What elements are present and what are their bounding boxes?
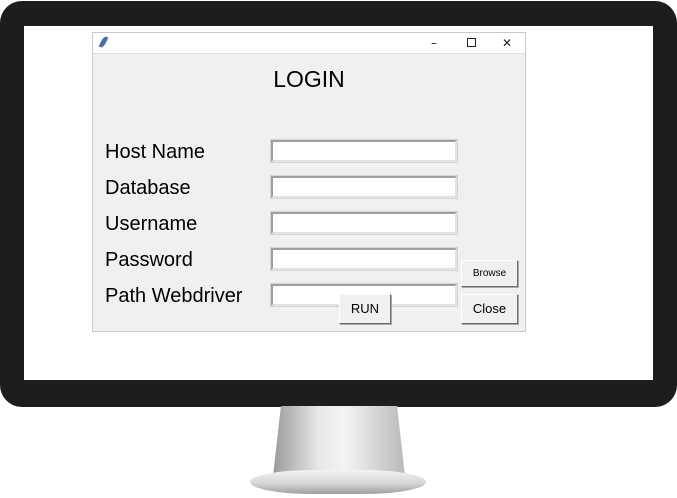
minimize-icon: – [431, 36, 437, 50]
path-webdriver-label: Path Webdriver [105, 285, 243, 307]
password-label: Password [105, 249, 193, 271]
host-name-input[interactable] [270, 139, 458, 163]
minimize-button[interactable]: – [416, 33, 452, 53]
monitor-stand-neck [273, 406, 405, 476]
host-name-label: Host Name [105, 141, 206, 163]
tk-feather-icon [98, 35, 109, 49]
username-input[interactable] [270, 211, 458, 235]
monitor-stand-base [250, 470, 426, 494]
browse-button[interactable]: Browse [461, 260, 518, 287]
window-titlebar[interactable]: – ✕ [93, 33, 525, 54]
database-label: Database [105, 177, 191, 199]
run-button[interactable]: RUN [339, 294, 391, 324]
close-button[interactable]: Close [461, 294, 518, 324]
window-close-button[interactable]: ✕ [489, 33, 525, 53]
maximize-button[interactable] [453, 33, 489, 53]
maximize-icon [466, 38, 476, 47]
username-label: Username [105, 213, 198, 235]
close-icon: ✕ [501, 36, 513, 50]
password-input[interactable] [270, 247, 458, 271]
database-input[interactable] [270, 175, 458, 199]
login-heading: LOGIN [273, 66, 345, 92]
login-window: – ✕ LOGIN Host Name Database Username Pa… [92, 32, 526, 332]
